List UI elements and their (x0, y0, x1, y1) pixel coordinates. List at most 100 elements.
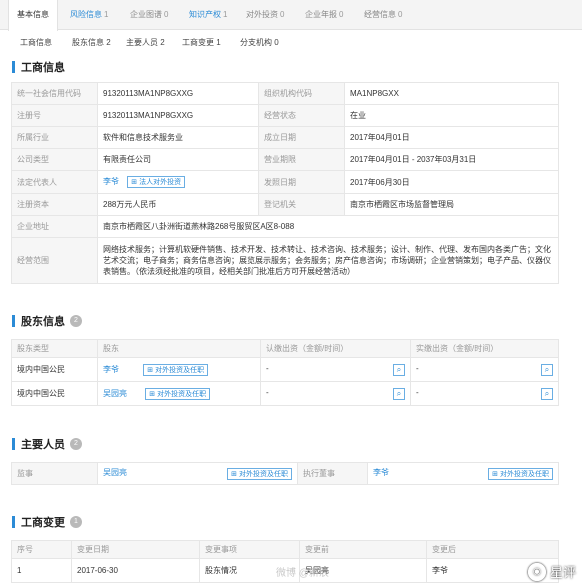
accent-bar (12, 516, 15, 528)
field-label: 成立日期 (258, 126, 345, 149)
subtab-count: 0 (274, 38, 279, 47)
table-row: 境内中国公民 李爷 ⊞ 对外投资及任职 - ⌕ - ⌕ (11, 357, 559, 382)
field-value: MA1NP8GXX (344, 82, 559, 105)
subtab-shareholders[interactable]: 股东信息 2 (72, 37, 111, 48)
field-value: 软件和信息技术服务业 (97, 126, 259, 149)
business-info-table: 统一社会信用代码 91320113MA1NP8GXXG 组织机构代码 MA1NP… (11, 82, 559, 284)
column-header: 实缴出资（金额/时间） (410, 339, 559, 358)
shareholder-name-link[interactable]: 吴园亮 (103, 389, 127, 398)
field-label: 所属行业 (11, 126, 98, 149)
field-label: 营业期限 (258, 148, 345, 171)
subtab-branches[interactable]: 分支机构 0 (240, 37, 279, 48)
section-title: 工商信息 (21, 62, 65, 74)
subscribed-value: - (266, 387, 269, 397)
subtab-key-personnel[interactable]: 主要人员 2 (126, 37, 165, 48)
shareholder-name-link[interactable]: 李爷 (103, 365, 119, 374)
tab-count: 0 (398, 10, 403, 19)
tab-outbound-investment[interactable]: 对外投资 0 (246, 0, 284, 30)
person-cell: 吴园亮 ⊞ 对外投资及任职 (97, 462, 298, 485)
table-row: 公司类型 有限责任公司 营业期限 2017年04月01日 - 2037年03月3… (11, 148, 559, 171)
button-label: 对外投资及任职 (500, 471, 549, 478)
field-value: 在业 (344, 104, 559, 127)
field-value: 2017年04月01日 (344, 126, 559, 149)
paid-cell: - ⌕ (410, 357, 559, 382)
tab-label: 经营信息 (364, 10, 396, 19)
button-label: 对外投资及任职 (157, 390, 207, 398)
person-name-link[interactable]: 李爷 (373, 468, 389, 477)
investment-position-button[interactable]: ⊞ 对外投资及任职 (488, 468, 553, 480)
person-name-link[interactable]: 吴园亮 (103, 468, 127, 477)
accent-bar (12, 315, 15, 327)
field-label: 公司类型 (11, 148, 98, 171)
field-label: 法定代表人 (11, 170, 98, 194)
subtab-count: 2 (106, 38, 111, 47)
shareholders-table: 股东类型 股东 认缴出资（金额/时间） 实缴出资（金额/时间） 境内中国公民 李… (11, 339, 559, 406)
search-icon[interactable]: ⌕ (541, 363, 553, 376)
person-cell: 李爷 ⊞ 对外投资及任职 (367, 462, 559, 485)
column-header: 变更日期 (71, 540, 200, 559)
table-row: 统一社会信用代码 91320113MA1NP8GXXG 组织机构代码 MA1NP… (11, 82, 559, 105)
accent-bar (12, 61, 15, 73)
subtab-label: 主要人员 (126, 38, 158, 47)
tab-count: 1 (104, 10, 109, 19)
subtab-count: 1 (216, 38, 221, 47)
sub-tab-bar: 工商信息 股东信息 2 主要人员 2 工商变更 1 分支机构 0 (0, 31, 582, 55)
search-icon[interactable]: ⌕ (541, 387, 553, 400)
field-label: 注册资本 (11, 193, 98, 216)
field-label: 经营范围 (11, 237, 98, 284)
investment-icon: ⊞ (492, 471, 498, 478)
investment-position-button[interactable]: ⊞ 对外投资及任职 (227, 468, 292, 480)
table-row: 经营范围 网络技术服务；计算机软硬件销售、技术开发、技术转让、技术咨询、技术服务… (11, 237, 559, 284)
field-value: 南京市栖霞区市场监督管理局 (344, 193, 559, 216)
change-date: 2017-06-30 (71, 558, 200, 583)
paid-value: - (416, 387, 419, 397)
column-header: 变更事项 (199, 540, 300, 559)
business-info-heading: 工商信息 (12, 60, 65, 74)
table-header-row: 股东类型 股东 认缴出资（金额/时间） 实缴出资（金额/时间） (11, 339, 559, 358)
field-value: 2017年06月30日 (344, 170, 559, 194)
subtab-changes[interactable]: 工商变更 1 (182, 37, 221, 48)
column-header: 序号 (11, 540, 72, 559)
investment-position-button[interactable]: ⊞ 对外投资及任职 (145, 387, 211, 400)
subtab-business-info[interactable]: 工商信息 (20, 37, 52, 48)
watermark-text: 星评 (549, 565, 576, 580)
investment-icon: ⊞ (231, 471, 237, 478)
legal-rep-investment-button[interactable]: ⊞ 法人对外投资 (127, 176, 186, 188)
field-label: 统一社会信用代码 (11, 82, 98, 105)
field-value: 有限责任公司 (97, 148, 259, 171)
column-header: 股东 (97, 339, 261, 358)
subtab-label: 股东信息 (72, 38, 104, 47)
table-row: 境内中国公民 吴园亮 ⊞ 对外投资及任职 - ⌕ - ⌕ (11, 381, 559, 406)
table-header-row: 序号 变更日期 变更事项 变更前 变更后 (11, 540, 559, 559)
address-value: 南京市栖霞区八卦洲街道燕林路268号服贸区A区8-088 (97, 215, 559, 238)
paid-cell: - ⌕ (410, 381, 559, 406)
weibo-watermark: 微博 @新浪 (276, 568, 329, 579)
shareholder-type: 境内中国公民 (11, 357, 98, 382)
subscribed-cell: - ⌕ (260, 357, 411, 382)
table-row: 企业地址 南京市栖霞区八卦洲街道燕林路268号服贸区A区8-088 (11, 215, 559, 238)
column-header: 变更前 (299, 540, 427, 559)
section-title: 股东信息 (21, 316, 65, 328)
field-label: 经营状态 (258, 104, 345, 127)
role-label: 执行董事 (297, 462, 368, 485)
field-label: 企业地址 (11, 215, 98, 238)
tab-enterprise-graph[interactable]: 企业图谱 0 (130, 0, 168, 30)
tab-risk-info[interactable]: 风险信息 1 (70, 0, 108, 30)
investment-position-button[interactable]: ⊞ 对外投资及任职 (143, 363, 209, 376)
row-number: 1 (11, 558, 72, 583)
legal-rep-link[interactable]: 李爷 (103, 177, 119, 186)
search-icon[interactable]: ⌕ (393, 387, 405, 400)
tab-annual-report[interactable]: 企业年报 0 (305, 0, 343, 30)
tab-operation-info[interactable]: 经营信息 0 (364, 0, 402, 30)
subscribed-value: - (266, 363, 269, 373)
table-row: 监事 吴园亮 ⊞ 对外投资及任职 执行董事 李爷 ⊞ 对外投资及任职 (11, 462, 559, 485)
column-header: 认缴出资（金额/时间） (260, 339, 411, 358)
search-icon[interactable]: ⌕ (393, 363, 405, 376)
shareholder-type: 境内中国公民 (11, 381, 98, 406)
tab-basic-info[interactable]: 基本信息 (8, 0, 58, 31)
field-value: 288万元人民币 (97, 193, 259, 216)
button-label: 法人对外投资 (139, 179, 182, 186)
tab-label: 风险信息 (70, 10, 102, 19)
section-title: 工商变更 (21, 517, 65, 529)
tab-intellectual-property[interactable]: 知识产权 1 (189, 0, 227, 30)
